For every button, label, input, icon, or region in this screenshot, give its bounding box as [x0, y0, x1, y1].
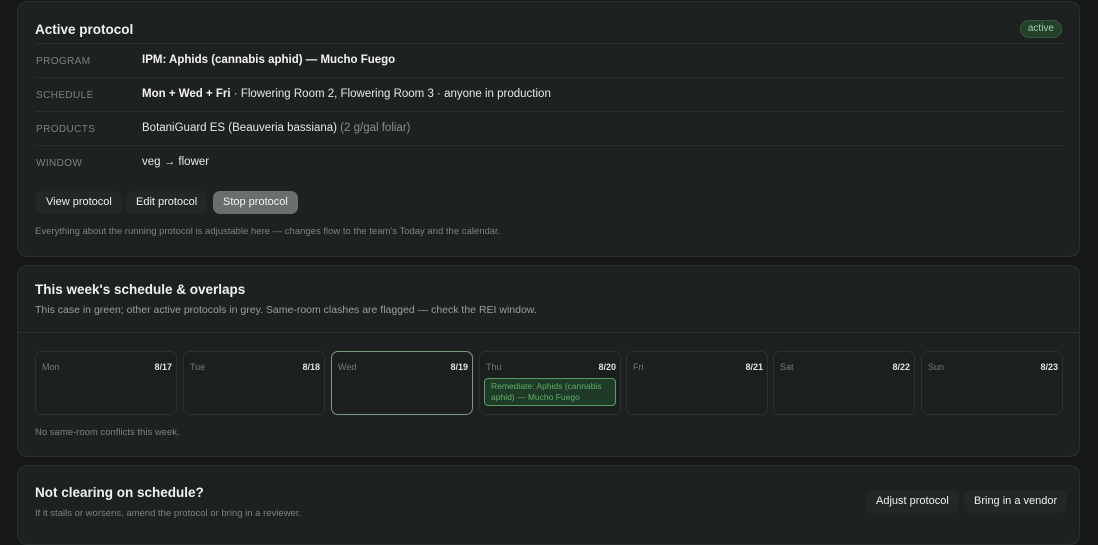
program-key: PROGRAM: [36, 56, 91, 67]
products-key: PRODUCTS: [36, 124, 96, 135]
day-name: Sun: [928, 362, 945, 372]
active-protocol-card: Active protocol active PROGRAM IPM: Aphi…: [17, 1, 1080, 257]
status-badge: active: [1019, 20, 1062, 38]
day-name: Mon: [42, 362, 60, 372]
schedule-key: SCHEDULE: [36, 90, 94, 101]
view-protocol-button[interactable]: View protocol: [36, 191, 122, 214]
day-date: 8/17: [154, 362, 172, 372]
day-cell-sat[interactable]: Sat 8/22: [773, 351, 915, 415]
week-schedule-card: This week's schedule & overlaps This cas…: [17, 265, 1080, 457]
stop-protocol-button[interactable]: Stop protocol: [213, 191, 298, 214]
day-cell-wed[interactable]: Wed 8/19: [331, 351, 473, 415]
program-value: IPM: Aphids (cannabis aphid) — Mucho Fue…: [142, 54, 396, 66]
day-date: 8/23: [1040, 362, 1058, 372]
day-date: 8/20: [598, 362, 616, 372]
day-name: Fri: [633, 362, 644, 372]
day-cell-sun[interactable]: Sun 8/23: [921, 351, 1063, 415]
products-row: PRODUCTS BotaniGuard ES (Beauveria bassi…: [35, 111, 1063, 145]
day-name: Sat: [780, 362, 794, 372]
window-value: veg → flower: [142, 156, 210, 168]
day-cell-fri[interactable]: Fri 8/21: [626, 351, 768, 415]
day-date: 8/21: [745, 362, 763, 372]
edit-protocol-button[interactable]: Edit protocol: [126, 191, 208, 214]
day-date: 8/18: [302, 362, 320, 372]
schedule-row: SCHEDULE Mon + Wed + Fri · Flowering Roo…: [35, 77, 1063, 111]
week-schedule-title: This week's schedule & overlaps: [35, 282, 246, 297]
protocol-hint: Everything about the running protocol is…: [35, 226, 501, 237]
day-name: Thu: [486, 362, 502, 372]
products-value: BotaniGuard ES (Beauveria bassiana) (2 g…: [142, 122, 411, 134]
calendar-event[interactable]: Remediate: Aphids (cannabis aphid) — Muc…: [484, 378, 616, 406]
day-cell-mon[interactable]: Mon 8/17: [35, 351, 177, 415]
active-protocol-title: Active protocol: [35, 22, 134, 37]
conflicts-note: No same-room conflicts this week.: [35, 427, 180, 438]
day-date: 8/22: [892, 362, 910, 372]
schedule-value: Mon + Wed + Fri · Flowering Room 2, Flow…: [142, 88, 551, 100]
not-clearing-title: Not clearing on schedule?: [35, 485, 204, 500]
program-row: PROGRAM IPM: Aphids (cannabis aphid) — M…: [35, 43, 1063, 77]
day-cell-thu[interactable]: Thu 8/20 Remediate: Aphids (cannabis aph…: [479, 351, 621, 415]
divider: [18, 332, 1079, 333]
adjust-protocol-button[interactable]: Adjust protocol: [866, 490, 959, 513]
week-schedule-subtitle: This case in green; other active protoco…: [35, 304, 537, 316]
day-name: Tue: [190, 362, 206, 372]
not-clearing-subtitle: If it stalls or worsens, amend the proto…: [35, 508, 302, 519]
not-clearing-card: Not clearing on schedule? If it stalls o…: [17, 465, 1080, 545]
day-name: Wed: [338, 362, 357, 372]
day-cell-tue[interactable]: Tue 8/18: [183, 351, 325, 415]
day-date: 8/19: [450, 362, 468, 372]
window-key: WINDOW: [36, 158, 83, 169]
window-row: WINDOW veg → flower: [35, 145, 1063, 179]
bring-in-vendor-button[interactable]: Bring in a vendor: [964, 490, 1068, 513]
